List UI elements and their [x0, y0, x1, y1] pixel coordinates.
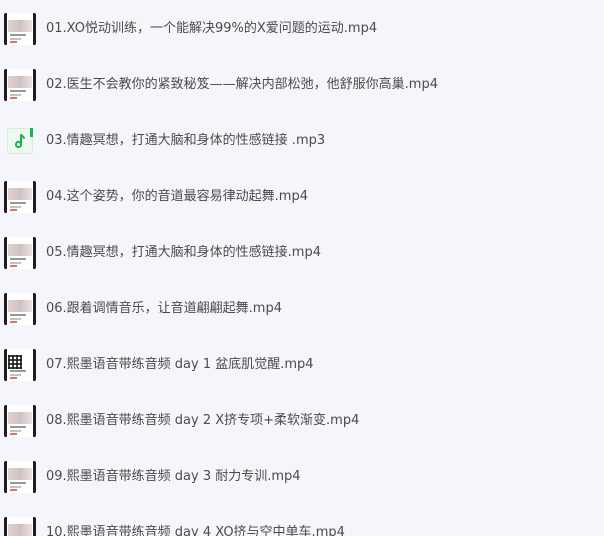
file-row[interactable]: 08.熙墨语音带练音频 day 2 X挤专项+柔软渐变.mp4 — [0, 392, 600, 448]
file-name: 01.XO悦动训练，一个能解决99%的X爱问题的运动.mp4 — [46, 21, 378, 36]
file-row[interactable]: 02.医生不会教你的紧致秘笈——解决内部松弛，他舒服你高巢.mp4 — [0, 56, 600, 112]
video-thumbnail-icon — [4, 461, 36, 493]
video-thumbnail-icon — [4, 181, 36, 213]
file-name: 03.情趣冥想，打通大脑和身体的性感链接 .mp3 — [46, 133, 326, 148]
video-thumbnail-icon — [4, 405, 36, 437]
file-row[interactable]: 10.熙墨语音带练音频 day 4 XO挤与空中单车.mp4 — [0, 504, 600, 536]
file-name: 04.这个姿势，你的音道最容易律动起舞.mp4 — [46, 189, 308, 204]
file-row[interactable]: 01.XO悦动训练，一个能解决99%的X爱问题的运动.mp4 — [0, 0, 600, 56]
video-thumbnail-icon — [4, 349, 36, 381]
video-thumbnail-icon — [4, 69, 36, 101]
video-thumbnail-icon — [4, 293, 36, 325]
file-row[interactable]: 05.情趣冥想，打通大脑和身体的性感链接.mp4 — [0, 224, 600, 280]
video-thumbnail-icon — [4, 237, 36, 269]
music-note-icon — [7, 128, 33, 154]
file-row[interactable]: 04.这个姿势，你的音道最容易律动起舞.mp4 — [0, 168, 600, 224]
file-name: 02.医生不会教你的紧致秘笈——解决内部松弛，他舒服你高巢.mp4 — [46, 77, 438, 92]
file-name: 10.熙墨语音带练音频 day 4 XO挤与空中单车.mp4 — [46, 525, 345, 536]
file-list: 01.XO悦动训练，一个能解决99%的X爱问题的运动.mp4 02.医生不会教你… — [0, 0, 604, 536]
file-row[interactable]: 07.熙墨语音带练音频 day 1 盆底肌觉醒.mp4 — [0, 336, 600, 392]
video-thumbnail-icon — [4, 13, 36, 45]
file-name: 06.跟着调情音乐，让音道翩翩起舞.mp4 — [46, 301, 282, 316]
file-name: 05.情趣冥想，打通大脑和身体的性感链接.mp4 — [46, 245, 321, 260]
video-thumbnail-icon — [4, 517, 36, 536]
file-name: 07.熙墨语音带练音频 day 1 盆底肌觉醒.mp4 — [46, 357, 314, 372]
file-name: 09.熙墨语音带练音频 day 3 耐力专训.mp4 — [46, 469, 301, 484]
file-row[interactable]: 06.跟着调情音乐，让音道翩翩起舞.mp4 — [0, 280, 600, 336]
file-row[interactable]: 09.熙墨语音带练音频 day 3 耐力专训.mp4 — [0, 448, 600, 504]
file-name: 08.熙墨语音带练音频 day 2 X挤专项+柔软渐变.mp4 — [46, 413, 360, 428]
file-row[interactable]: 03.情趣冥想，打通大脑和身体的性感链接 .mp3 — [0, 112, 600, 168]
